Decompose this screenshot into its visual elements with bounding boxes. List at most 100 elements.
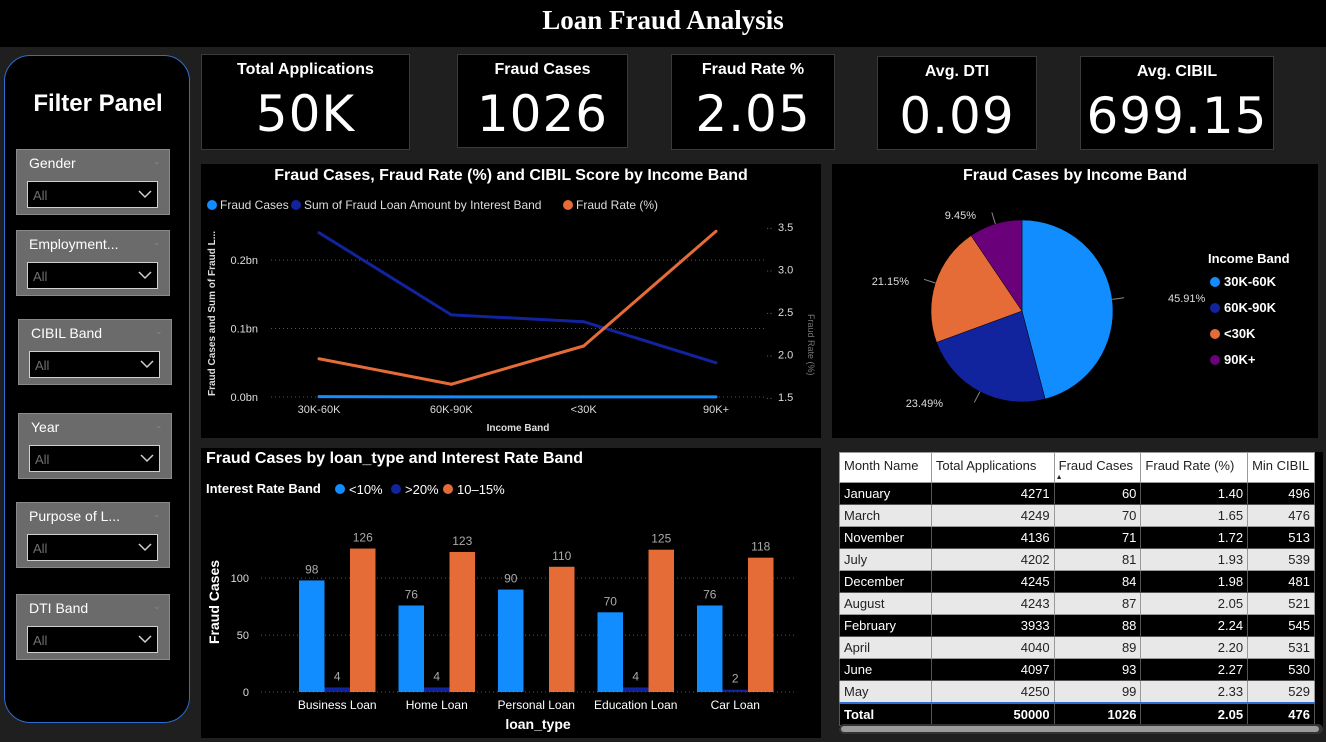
table-row[interactable]: February 3933 88 2.24 545: [839, 614, 1315, 637]
bar-3-1[interactable]: [623, 687, 649, 692]
slicer-dropdown[interactable]: All: [27, 181, 158, 208]
chevron-down-icon[interactable]: ⌄: [153, 601, 163, 611]
month-table-panel: Month Name Total Applications Fraud Cases ▲…: [839, 452, 1323, 728]
table-cell: 521: [1247, 592, 1315, 615]
slicer-1: Employment... ⌄ All: [16, 230, 170, 296]
table-row[interactable]: April 4040 89 2.20 531: [839, 636, 1315, 659]
y-axis-label: Fraud Cases: [206, 560, 222, 644]
table-row[interactable]: December 4245 84 1.98 481: [839, 570, 1315, 593]
x-axis-label: loan_type: [505, 716, 571, 732]
slicer-label: Gender: [29, 155, 76, 171]
table-cell: 3933: [930, 614, 1055, 637]
slicer-dropdown[interactable]: All: [27, 262, 158, 289]
kpi-label: Total Applications: [237, 61, 374, 78]
title-bar: Loan Fraud Analysis: [0, 0, 1326, 47]
bar-chart-panel: Fraud Cases by loan_type and Interest Ra…: [201, 448, 821, 738]
bar-3-2[interactable]: [648, 549, 675, 692]
bar-2-2[interactable]: [549, 566, 575, 692]
pie-data-label: 21.15%: [872, 276, 910, 288]
table-row[interactable]: March 4249 70 1.65 476: [839, 504, 1315, 527]
x-tick-label: 90K+: [703, 404, 729, 416]
bar-data-label: 76: [405, 587, 419, 601]
slicer-value: All: [33, 633, 48, 648]
slicer-dropdown[interactable]: All: [27, 626, 158, 653]
legend-marker: [1210, 355, 1220, 365]
series-point: [714, 395, 718, 399]
chevron-down-icon[interactable]: ⌄: [153, 156, 163, 166]
kpi-card-4: Avg. CIBIL 699.15: [1080, 56, 1274, 150]
x-tick-label: Home Loan: [406, 698, 468, 712]
legend-entry: Sum of Fraud Loan Amount by Interest Ban…: [304, 198, 541, 212]
table-cell: 481: [1247, 570, 1315, 593]
table-scrollbar-thumb[interactable]: [841, 726, 1319, 732]
bar-data-label: 123: [452, 534, 472, 548]
kpi-card-3: Avg. DTI 0.09: [877, 56, 1037, 150]
x-tick-label: <30K: [571, 404, 598, 416]
bar-data-label: 4: [334, 669, 341, 683]
series-line-1: [318, 231, 717, 365]
bar-0-1[interactable]: [324, 687, 351, 692]
table-total-cell: 2.05: [1140, 702, 1249, 726]
table-cell: 513: [1247, 526, 1315, 549]
slicer-dropdown[interactable]: All: [29, 351, 160, 378]
sort-ascending-icon[interactable]: ▲: [1056, 474, 1063, 481]
column-header[interactable]: Month Name: [839, 452, 932, 483]
table-cell: 70: [1053, 504, 1142, 527]
column-header[interactable]: Fraud Cases ▲: [1053, 452, 1142, 483]
table-cell: 4202: [930, 548, 1055, 571]
bar-2-0[interactable]: [498, 589, 524, 692]
bar-0-2[interactable]: [350, 548, 376, 692]
bar-data-label: 70: [604, 594, 618, 608]
table-row[interactable]: July 4202 81 1.93 539: [839, 548, 1315, 571]
table-cell: 1.65: [1140, 504, 1249, 527]
slicer-dropdown[interactable]: All: [29, 445, 160, 472]
kpi-value: 1026: [476, 85, 609, 143]
column-header[interactable]: Total Applications: [930, 452, 1055, 483]
column-header[interactable]: Min CIBIL: [1247, 452, 1315, 483]
series-point: [449, 382, 453, 386]
filter-panel: Filter Panel Gender ⌄ All Employment... …: [4, 55, 190, 723]
table-cell: 2.05: [1140, 592, 1249, 615]
series-point: [449, 313, 453, 317]
bar-1-0[interactable]: [398, 605, 425, 692]
table-cell: 2.27: [1140, 658, 1249, 681]
bar-4-2[interactable]: [748, 557, 774, 692]
table-cell: 88: [1053, 614, 1142, 637]
y-tick-label: 50: [237, 630, 249, 642]
column-header[interactable]: Fraud Rate (%): [1140, 452, 1249, 483]
kpi-label: Fraud Cases: [494, 61, 591, 78]
table-row[interactable]: May 4250 99 2.33 529: [839, 680, 1315, 704]
chevron-down-icon[interactable]: ⌄: [155, 326, 165, 336]
table-cell: 530: [1247, 658, 1315, 681]
legend-entry: Fraud Rate (%): [576, 198, 658, 212]
bar-4-0[interactable]: [697, 605, 723, 692]
x-tick-label: 30K-60K: [298, 404, 341, 416]
bar-1-1[interactable]: [424, 687, 450, 692]
kpi-card-1: Fraud Cases 1026: [457, 54, 628, 148]
bar-4-1[interactable]: [722, 689, 749, 692]
table-row[interactable]: November 4136 71 1.72 513: [839, 526, 1315, 549]
chevron-down-icon[interactable]: ⌄: [153, 237, 163, 247]
pie-leader-line: [991, 212, 996, 225]
table-row[interactable]: August 4243 87 2.05 521: [839, 592, 1315, 615]
slicer-label: Employment...: [29, 236, 119, 252]
table-row[interactable]: January 4271 60 1.40 496: [839, 482, 1315, 505]
bar-1-2[interactable]: [449, 551, 476, 692]
table-cell: 4245: [930, 570, 1055, 593]
table-cell: 529: [1247, 680, 1315, 704]
bar-data-label: 118: [751, 540, 770, 554]
table-row[interactable]: June 4097 93 2.27 530: [839, 658, 1315, 681]
bar-data-label: 125: [651, 532, 671, 546]
table-cell: 4271: [930, 482, 1055, 505]
table-cell: 1.72: [1140, 526, 1249, 549]
pie-leader-line: [1112, 297, 1125, 300]
bar-3-0[interactable]: [597, 612, 624, 692]
legend-entry: 60K-90K: [1224, 300, 1277, 315]
chevron-down-icon[interactable]: ⌄: [153, 509, 163, 519]
table-cell: 539: [1247, 548, 1315, 571]
bar-0-0[interactable]: [299, 580, 325, 692]
slicer-dropdown[interactable]: All: [27, 534, 158, 561]
table-cell: 4243: [930, 592, 1055, 615]
chevron-down-icon[interactable]: ⌄: [155, 420, 165, 430]
table-cell: 1.93: [1140, 548, 1249, 571]
